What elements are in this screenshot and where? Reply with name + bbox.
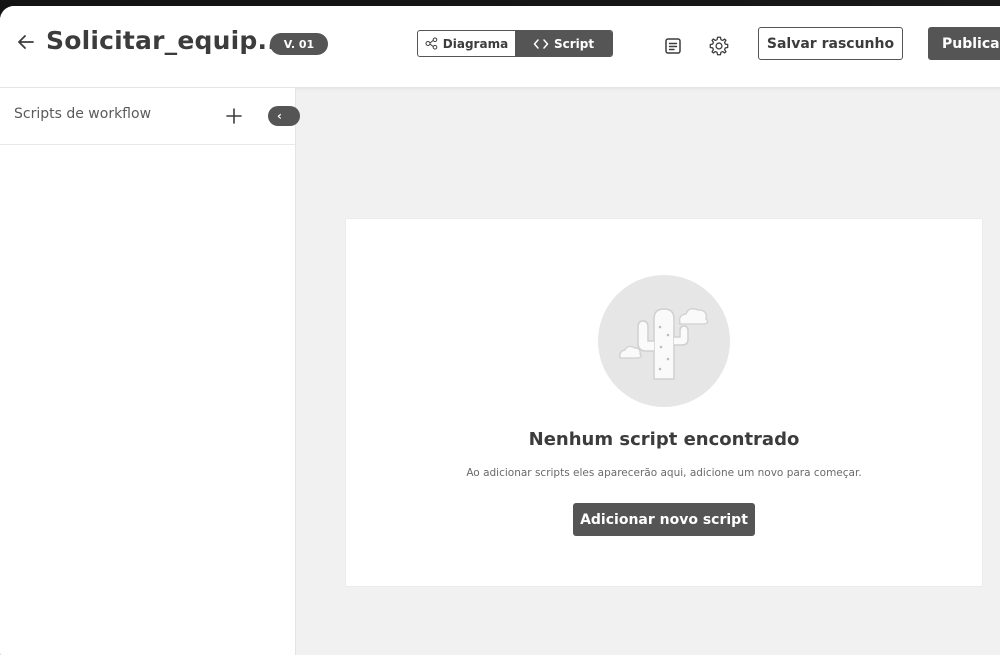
empty-state-subtitle: Ao adicionar scripts eles aparecerão aqu… — [466, 467, 862, 479]
plus-icon — [226, 108, 242, 124]
sidebar-title: Scripts de workflow — [14, 106, 152, 122]
add-new-script-button[interactable]: Adicionar novo script — [573, 503, 755, 536]
sidebar-header: Scripts de workflow ‹ — [0, 88, 300, 145]
gear-icon — [709, 36, 729, 56]
cactus-icon — [598, 275, 730, 407]
back-button[interactable] — [14, 30, 38, 54]
top-bar: Solicitar_equip... V. 01 Diagrama Script — [0, 6, 1000, 88]
add-script-button[interactable] — [222, 104, 246, 128]
collapse-sidebar-button[interactable]: ‹ — [268, 106, 300, 126]
empty-state-card: Nenhum script encontrado Ao adicionar sc… — [345, 218, 983, 587]
diagram-icon — [425, 37, 438, 50]
tab-script[interactable]: Script — [515, 31, 612, 56]
version-badge: V. 01 — [270, 33, 328, 55]
view-toggle: Diagrama Script — [417, 30, 613, 57]
arrow-left-icon — [18, 35, 34, 49]
chevron-left-icon: ‹ — [277, 109, 282, 123]
page-title: Solicitar_equip... — [46, 26, 287, 55]
document-button[interactable] — [661, 34, 685, 58]
app-window: Solicitar_equip... V. 01 Diagrama Script — [0, 6, 1000, 655]
empty-state-title: Nenhum script encontrado — [528, 429, 800, 450]
publish-button[interactable]: Publicar — [928, 27, 1000, 60]
document-list-icon — [665, 38, 681, 54]
tab-diagram[interactable]: Diagrama — [418, 31, 515, 56]
settings-button[interactable] — [707, 34, 731, 58]
code-icon — [533, 38, 549, 49]
tab-diagram-label: Diagrama — [442, 36, 509, 51]
save-draft-button[interactable]: Salvar rascunho — [758, 27, 903, 60]
sidebar: Scripts de workflow ‹ — [0, 88, 300, 655]
tab-script-label: Script — [553, 36, 595, 51]
